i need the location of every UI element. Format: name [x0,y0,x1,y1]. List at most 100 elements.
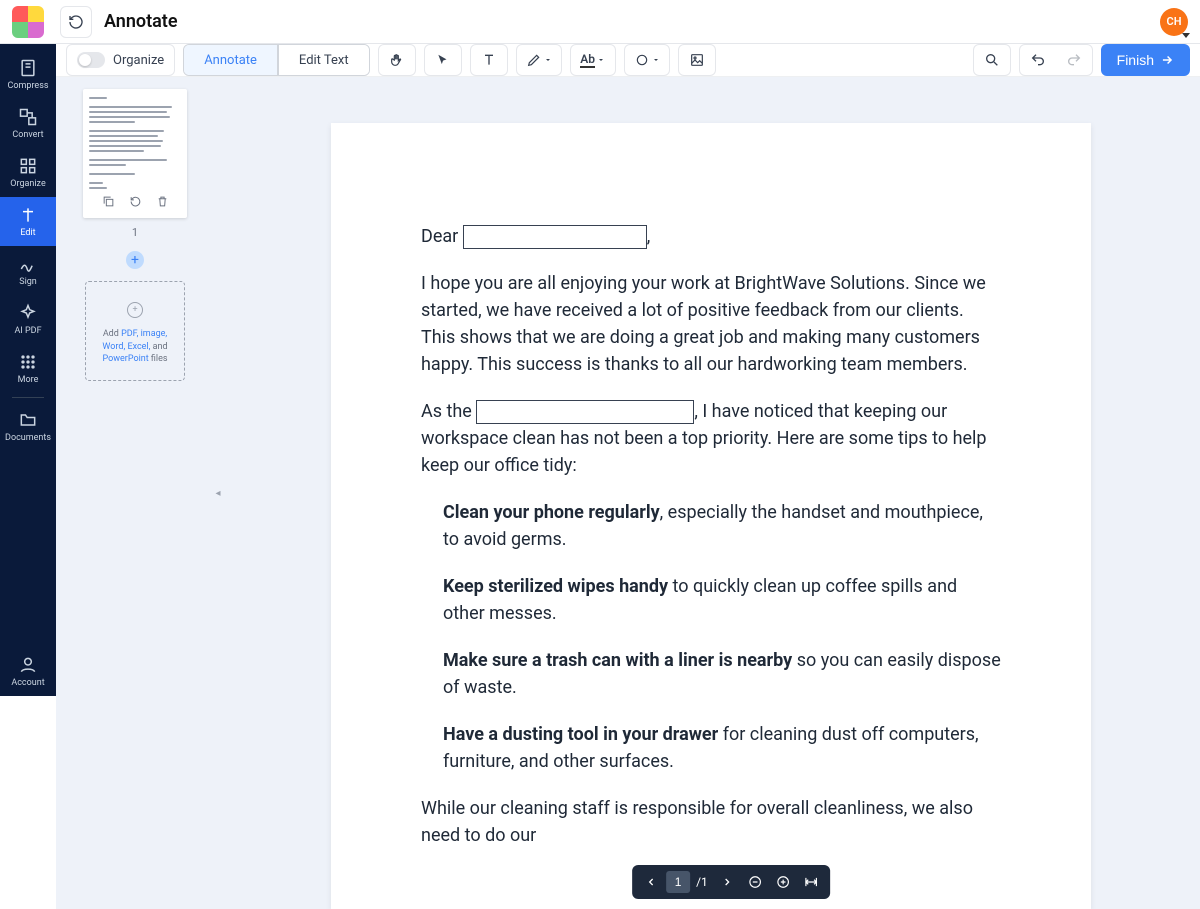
tip-1: Clean your phone regularly, especially t… [443,499,1001,553]
sidebar-label-documents: Documents [5,433,51,443]
add-page-button[interactable]: + [126,251,144,269]
sidebar-label-compress: Compress [8,81,49,91]
redo-toolbar-button[interactable] [1056,45,1092,75]
mode-tabs: Annotate Edit Text [183,44,369,76]
shape-tool[interactable] [625,45,669,75]
sidebar-item-more[interactable]: More [0,344,56,393]
sidebar-item-organize[interactable]: Organize [0,148,56,197]
user-avatar[interactable]: CH [1160,8,1188,36]
page-number-input[interactable] [666,871,690,893]
page-controls: /1 [632,865,830,899]
zoom-out-icon [748,875,762,889]
finish-label: Finish [1117,52,1154,68]
undo-toolbar-button[interactable] [1020,45,1056,75]
arrow-right-icon [1160,53,1174,67]
more-icon [18,352,38,372]
trash-icon[interactable] [156,195,169,208]
chevron-down-icon [544,56,552,64]
hand-tool[interactable] [379,45,415,75]
chevron-down-icon [652,56,660,64]
organize-icon [18,156,38,176]
organize-toggle-group: Organize [66,44,175,76]
tab-edit-text[interactable]: Edit Text [278,45,369,75]
plus-icon: + [127,302,143,318]
prev-page-button[interactable] [638,869,664,895]
account-icon [18,655,38,675]
chevron-down-icon [597,56,605,64]
paragraph-1: I hope you are all enjoying your work at… [421,270,1001,378]
sidebar-item-edit[interactable]: Edit [0,197,56,246]
undo-button[interactable] [60,6,92,38]
sidebar-label-convert: Convert [12,130,43,140]
page-total: /1 [692,875,712,889]
toolbar: Organize Annotate Edit Text Ab [56,44,1200,77]
zoom-out-button[interactable] [742,869,768,895]
thumbnail-panel: 1 + + Add PDF, image, Word, Excel, and P… [56,77,214,909]
zoom-in-icon [776,875,790,889]
chevron-right-icon [721,876,733,888]
sidebar-label-edit: Edit [20,228,35,238]
convert-icon [18,107,38,127]
search-icon [984,52,1000,68]
page-thumbnail[interactable] [83,89,187,218]
redo-icon [1066,52,1082,68]
recipient-field[interactable] [463,225,647,249]
next-page-button[interactable] [714,869,740,895]
duplicate-icon[interactable] [102,195,115,208]
finish-button[interactable]: Finish [1101,44,1190,76]
sidebar-item-compress[interactable]: Compress [0,50,56,99]
undo-icon [68,14,84,30]
collapse-thumbnails[interactable]: ◂ [214,77,222,909]
draw-tool[interactable] [517,45,561,75]
pencil-icon [526,52,542,68]
app-logo[interactable] [12,6,44,38]
sidebar-label-sign: Sign [19,277,37,287]
zoom-in-button[interactable] [770,869,796,895]
sidebar-label-more: More [18,375,39,385]
sidebar-item-aipdf[interactable]: AI PDF [0,295,56,344]
fit-width-button[interactable] [798,869,824,895]
left-nav: Compress Convert Organize Edit Sign AI P… [0,44,56,696]
sidebar-label-organize: Organize [10,179,45,189]
cursor-icon [436,53,450,67]
document-page: Dear , I hope you are all enjoying your … [331,123,1091,909]
image-icon [689,52,705,68]
image-tool[interactable] [679,45,715,75]
tip-4: Have a dusting tool in your drawer for c… [443,721,1001,775]
highlight-tool[interactable]: Ab [571,45,615,75]
page-title: Annotate [104,11,178,32]
chevron-left-icon [645,876,657,888]
folder-icon [18,410,38,430]
text-icon [481,52,497,68]
page-viewport[interactable]: Dear , I hope you are all enjoying your … [222,77,1200,909]
highlight-icon: Ab [580,52,595,68]
text-tool[interactable] [471,45,507,75]
hand-icon [389,52,405,68]
sidebar-label-account: Account [11,678,44,688]
ai-icon [18,303,38,323]
rotate-icon[interactable] [129,195,142,208]
sidebar-item-convert[interactable]: Convert [0,99,56,148]
sign-icon [18,254,38,274]
sidebar-item-account[interactable]: Account [0,647,56,696]
salutation-text: Dear [421,226,463,247]
organize-toggle[interactable] [77,52,105,68]
fit-width-icon [804,875,818,889]
tab-annotate[interactable]: Annotate [184,45,278,75]
tip-2: Keep sterilized wipes handy to quickly c… [443,573,1001,627]
edit-icon [18,205,38,225]
tip-3: Make sure a trash can with a liner is ne… [443,647,1001,701]
undo-icon [1030,52,1046,68]
sidebar-label-aipdf: AI PDF [14,326,41,336]
file-dropzone[interactable]: + Add PDF, image, Word, Excel, and Power… [85,281,185,381]
organize-toggle-label: Organize [113,53,164,68]
sidebar-divider [12,397,44,398]
select-tool[interactable] [425,45,461,75]
circle-icon [634,52,650,68]
sidebar-item-sign[interactable]: Sign [0,246,56,295]
role-field[interactable] [476,400,694,424]
compress-icon [18,58,38,78]
sidebar-item-documents[interactable]: Documents [0,402,56,451]
paragraph-3: While our cleaning staff is responsible … [421,795,1001,849]
search-button[interactable] [974,45,1010,75]
